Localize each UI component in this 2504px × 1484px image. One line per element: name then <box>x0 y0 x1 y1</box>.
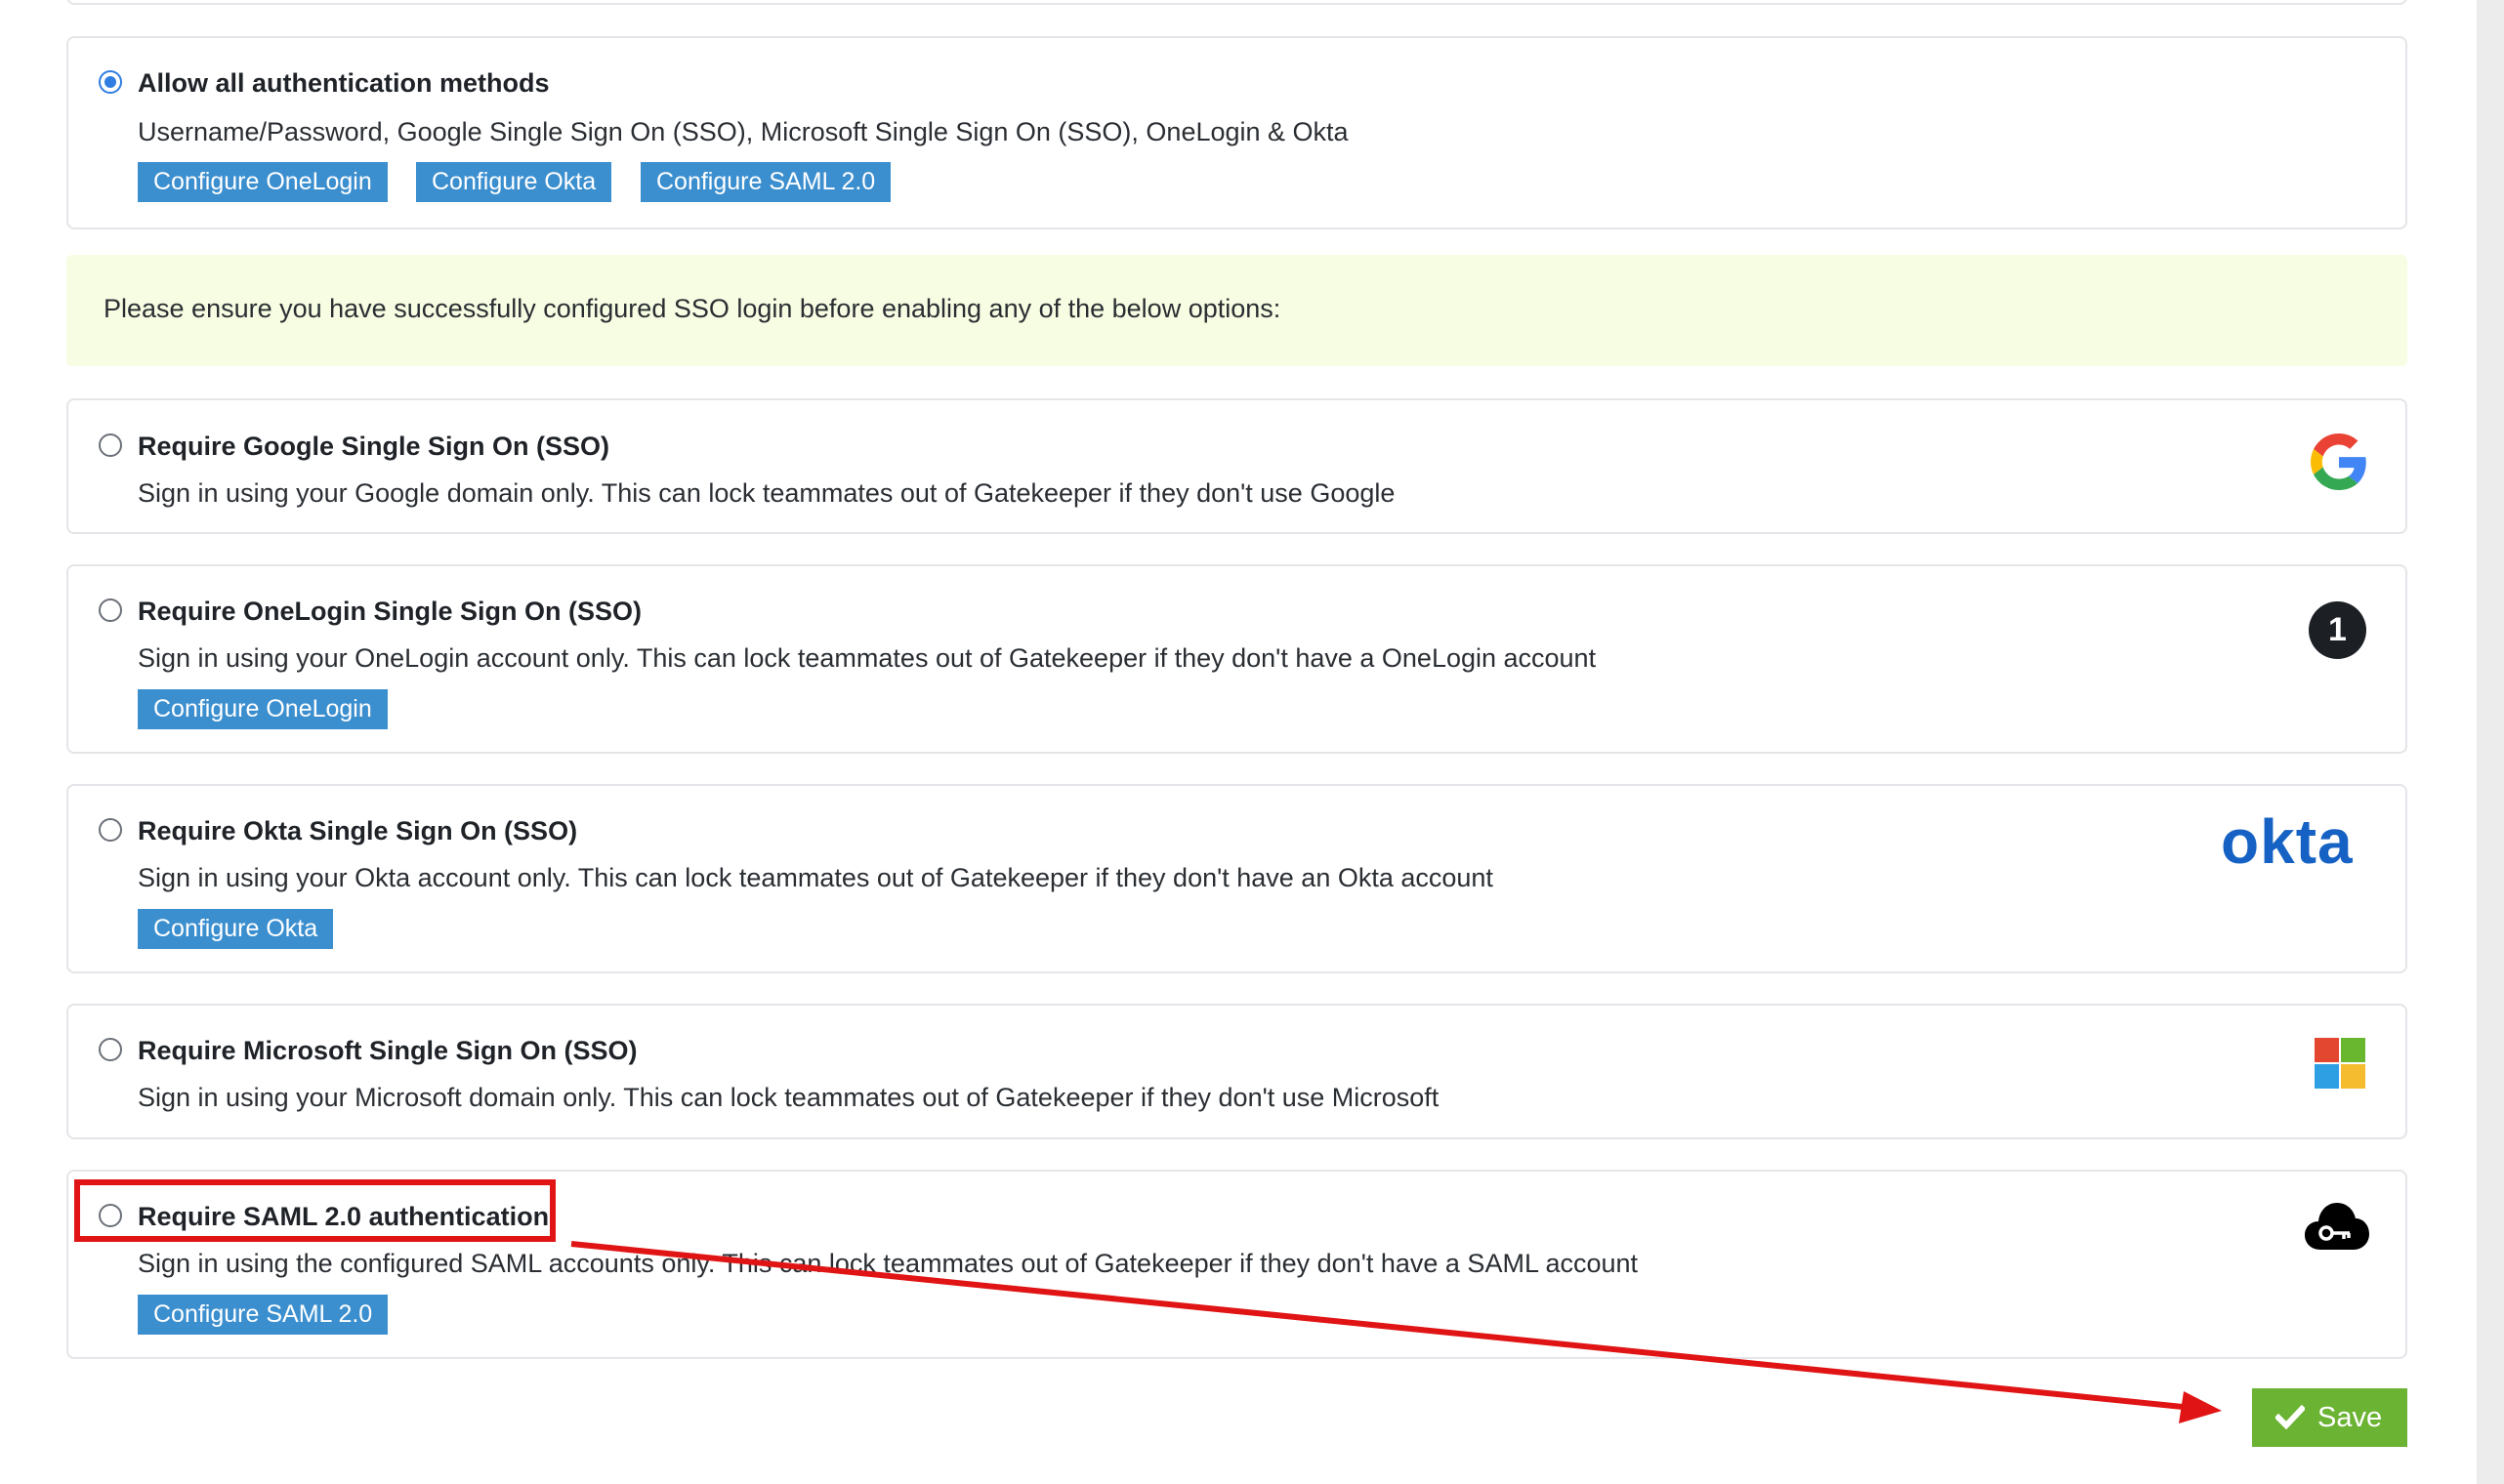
okta-title: Require Okta Single Sign On (SSO) <box>138 816 578 845</box>
saml-radio[interactable] <box>99 1204 122 1227</box>
onelogin-configure-button[interactable]: Configure OneLogin <box>138 689 388 729</box>
onelogin-logo-icon: 1 <box>2309 601 2366 659</box>
microsoft-description: Sign in using your Microsoft domain only… <box>138 1083 1440 1112</box>
option-card-microsoft: Require Microsoft Single Sign On (SSO) S… <box>66 1004 2407 1139</box>
configure-onelogin-button[interactable]: Configure OneLogin <box>138 162 388 202</box>
check-icon <box>2275 1405 2305 1430</box>
onelogin-radio[interactable] <box>99 598 122 622</box>
microsoft-radio[interactable] <box>99 1038 122 1061</box>
allow-all-title: Allow all authentication methods <box>138 68 550 98</box>
onelogin-description: Sign in using your OneLogin account only… <box>138 643 1597 673</box>
configure-okta-button[interactable]: Configure Okta <box>416 162 612 202</box>
save-button[interactable]: Save <box>2252 1388 2407 1447</box>
option-card-saml: Require SAML 2.0 authentication Sign in … <box>66 1170 2407 1359</box>
onelogin-title: Require OneLogin Single Sign On (SSO) <box>138 597 643 626</box>
google-radio[interactable] <box>99 433 122 457</box>
option-card-google: Require Google Single Sign On (SSO) Sign… <box>66 398 2407 534</box>
okta-logo-icon: okta <box>2221 806 2354 877</box>
option-card-onelogin: Require OneLogin Single Sign On (SSO) Si… <box>66 564 2407 754</box>
saml-title: Require SAML 2.0 authentication <box>138 1202 550 1231</box>
okta-radio[interactable] <box>99 818 122 842</box>
notice-text: Please ensure you have successfully conf… <box>104 294 1281 323</box>
google-title: Require Google Single Sign On (SSO) <box>138 432 610 461</box>
sso-warning-notice: Please ensure you have successfully conf… <box>66 255 2407 366</box>
microsoft-logo-icon <box>2315 1038 2365 1089</box>
microsoft-title: Require Microsoft Single Sign On (SSO) <box>138 1036 638 1065</box>
sso-settings-page: Allow all authentication methods Usernam… <box>0 0 2504 1484</box>
cloud-key-icon <box>2305 1203 2369 1250</box>
saml-configure-button[interactable]: Configure SAML 2.0 <box>138 1295 389 1335</box>
save-label: Save <box>2317 1402 2383 1433</box>
saml-description: Sign in using the configured SAML accoun… <box>138 1249 1639 1278</box>
option-card-okta: Require Okta Single Sign On (SSO) Sign i… <box>66 784 2407 973</box>
previous-card-edge <box>66 0 2407 5</box>
allow-all-radio[interactable] <box>99 70 122 94</box>
google-logo-icon <box>2311 433 2366 490</box>
allow-all-description: Username/Password, Google Single Sign On… <box>138 117 1349 146</box>
google-description: Sign in using your Google domain only. T… <box>138 478 1396 508</box>
configure-saml-button[interactable]: Configure SAML 2.0 <box>641 162 892 202</box>
option-card-allow-all: Allow all authentication methods Usernam… <box>66 36 2407 229</box>
scrollbar-track[interactable] <box>2477 0 2504 1484</box>
okta-description: Sign in using your Okta account only. Th… <box>138 863 1493 892</box>
okta-configure-button[interactable]: Configure Okta <box>138 909 334 949</box>
